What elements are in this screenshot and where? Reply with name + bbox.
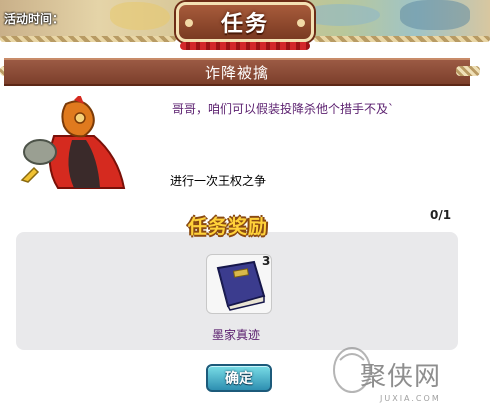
npc-face xyxy=(74,112,86,124)
reward-item-name: 墨家真迹 xyxy=(212,328,261,342)
red-tassel-decoration xyxy=(180,42,310,50)
quest-name: 诈降被擒 xyxy=(204,63,269,82)
map-decoration xyxy=(110,2,170,30)
rope-decoration-right xyxy=(314,36,490,42)
window-title-plaque: 任务 xyxy=(176,2,314,42)
activity-time-label: 活动时间： xyxy=(4,12,65,26)
quest-progress: 0/1 xyxy=(430,208,452,222)
npc-sword xyxy=(20,166,40,183)
watermark-url: JUXIA.COM xyxy=(380,394,441,403)
book-icon[interactable] xyxy=(210,258,268,312)
confirm-button[interactable]: 确定 xyxy=(206,364,272,392)
npc-dialogue: 哥哥，咱们可以假装投降杀他个措手不及` xyxy=(172,102,395,116)
window-title: 任务 xyxy=(220,12,269,37)
watermark-text: 聚侠网 xyxy=(360,362,442,392)
quest-name-banner: 诈降被擒 xyxy=(4,58,470,86)
npc-shield xyxy=(23,139,57,165)
quest-description: 进行一次王权之争 xyxy=(170,174,267,188)
plaque-stud xyxy=(297,19,305,27)
banner-rope-end-right xyxy=(456,66,480,76)
confirm-button-label: 确定 xyxy=(225,371,253,387)
npc-portrait xyxy=(20,96,126,189)
map-decoration xyxy=(400,0,470,30)
reward-title: 任务奖励 xyxy=(188,216,269,238)
reward-item-count: 3 xyxy=(262,254,271,268)
rope-decoration-left xyxy=(0,36,176,42)
plaque-stud xyxy=(185,19,193,27)
